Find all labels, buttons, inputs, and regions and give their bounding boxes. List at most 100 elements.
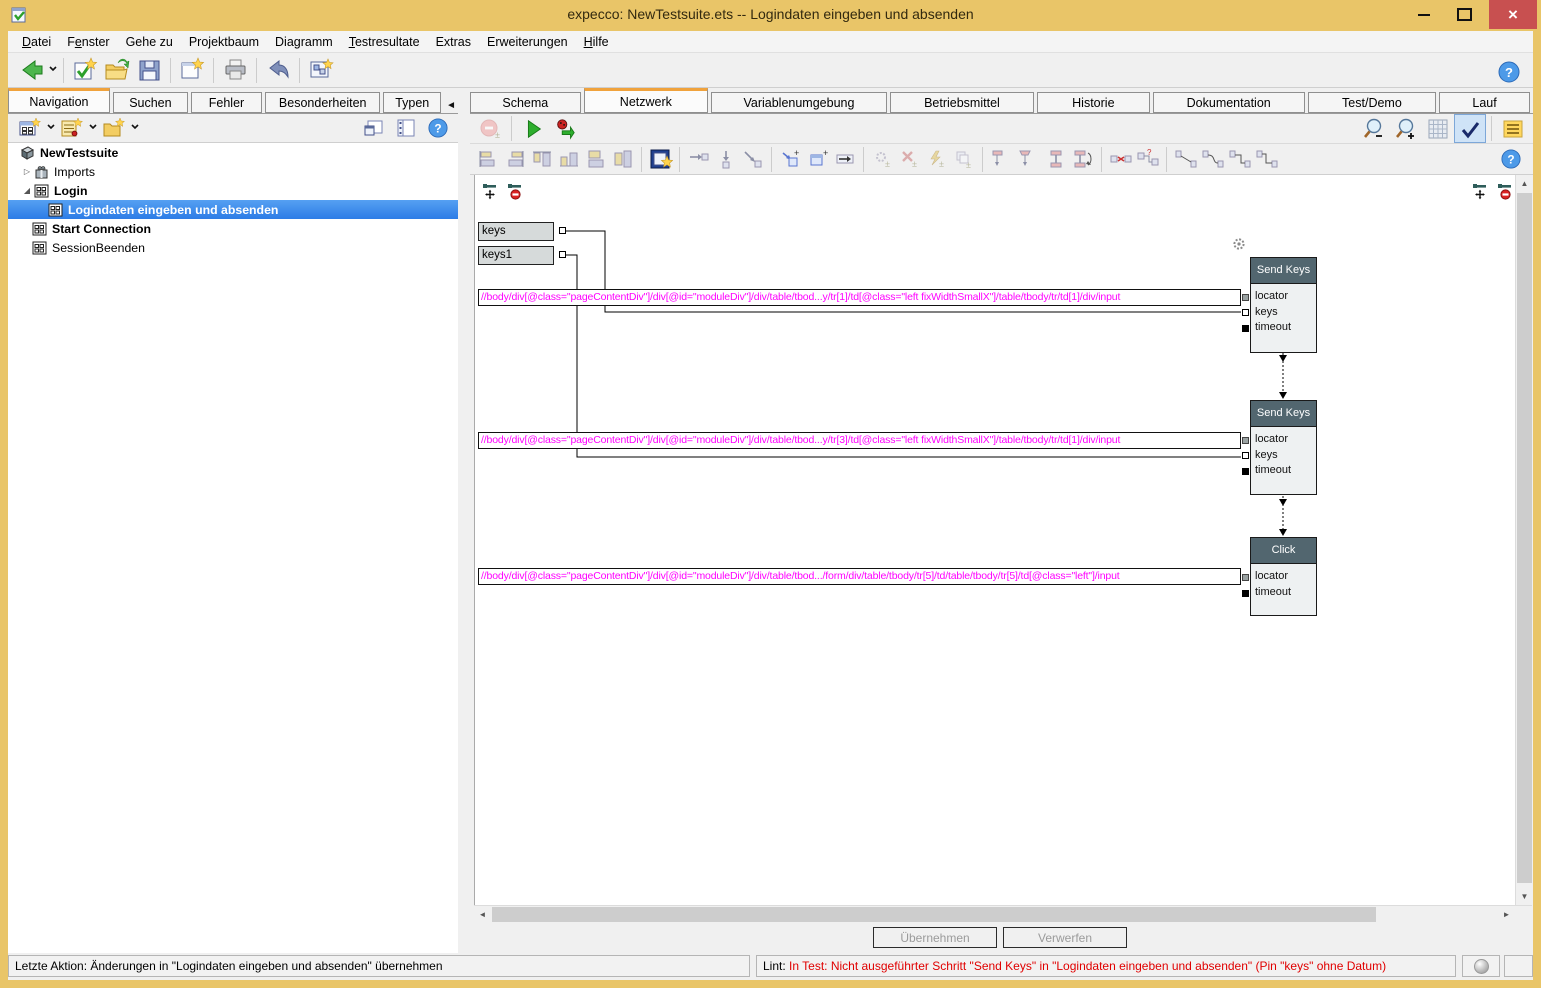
- vscroll-thumb[interactable]: [1517, 193, 1532, 883]
- refactor-button[interactable]: [305, 56, 337, 85]
- locator-pin[interactable]: [1242, 574, 1249, 581]
- tab-netzwerk[interactable]: Netzwerk: [584, 88, 708, 113]
- tab-typen[interactable]: Typen: [383, 92, 441, 113]
- align-bottom-icon[interactable]: [555, 147, 582, 172]
- input-pin-keys[interactable]: keys: [478, 222, 554, 241]
- new-diagram-button[interactable]: [14, 114, 46, 143]
- layer-steps-icon[interactable]: ±: [950, 147, 977, 172]
- exec-steps-icon[interactable]: ±: [923, 147, 950, 172]
- minimize-button[interactable]: [1409, 0, 1439, 29]
- align-left-icon[interactable]: [474, 147, 501, 172]
- open-step-editor-icon[interactable]: [647, 147, 674, 172]
- tab-fehler[interactable]: Fehler: [191, 92, 262, 113]
- tab-navigation[interactable]: Navigation: [8, 88, 110, 113]
- align-top-icon[interactable]: [528, 147, 555, 172]
- dropdown-icon[interactable]: [88, 121, 98, 135]
- line-step-icon[interactable]: [1226, 147, 1253, 172]
- zoom-out-button[interactable]: [1358, 114, 1390, 143]
- add-arrow-icon[interactable]: [831, 147, 858, 172]
- scroll-up-icon[interactable]: ▲: [1516, 175, 1533, 192]
- diagram-canvas[interactable]: keys keys1 //body/div[@class="pageConten…: [474, 175, 1515, 905]
- menu-extras[interactable]: Extras: [428, 33, 479, 51]
- node-connect-alt-icon[interactable]: [1015, 147, 1042, 172]
- tab-test-demo[interactable]: Test/Demo: [1308, 92, 1436, 113]
- scroll-down-icon[interactable]: ▼: [1516, 888, 1533, 905]
- run-button[interactable]: [517, 114, 549, 143]
- keys-pin[interactable]: [1242, 309, 1249, 316]
- tree-item-sessionbeenden[interactable]: SessionBeenden: [8, 238, 458, 257]
- close-button[interactable]: ×: [1489, 0, 1537, 29]
- add-step-icon[interactable]: +: [777, 147, 804, 172]
- verwerfen-button[interactable]: Verwerfen: [1003, 927, 1127, 948]
- left-help-button[interactable]: ?: [422, 114, 454, 143]
- tree-item-login[interactable]: ◢ Login: [8, 181, 458, 200]
- tab-suchen[interactable]: Suchen: [113, 92, 188, 113]
- locator-pin[interactable]: [1242, 294, 1249, 301]
- help-button[interactable]: ?: [1493, 57, 1525, 86]
- pin-stop-icon[interactable]: [507, 182, 525, 200]
- locator-pin[interactable]: [1242, 437, 1249, 444]
- input-pin-keys1[interactable]: keys1: [478, 246, 554, 265]
- insert-branch-icon[interactable]: [739, 147, 766, 172]
- pin-stop-icon[interactable]: [1497, 182, 1515, 200]
- pin-move-icon[interactable]: [482, 182, 500, 200]
- remove-breakpoint-button[interactable]: ±: [474, 114, 506, 143]
- delete-steps-icon[interactable]: ±: [896, 147, 923, 172]
- menu-datei[interactable]: Datei: [14, 33, 59, 51]
- vertical-spacing-arrow-icon[interactable]: [1069, 147, 1096, 172]
- uebernehmen-button[interactable]: Übernehmen: [873, 927, 997, 948]
- snap-toggle-button[interactable]: [1454, 114, 1486, 143]
- align-hcenter-icon[interactable]: [582, 147, 609, 172]
- panel-splitter[interactable]: [458, 88, 470, 953]
- menu-hilfe[interactable]: Hilfe: [576, 33, 617, 51]
- timeout-pin[interactable]: [1242, 468, 1249, 475]
- new-test-button[interactable]: [69, 56, 101, 85]
- node-send-keys-2[interactable]: Send Keys locator keys timeout: [1250, 400, 1317, 495]
- tab-historie[interactable]: Historie: [1037, 92, 1150, 113]
- timeout-pin[interactable]: [1242, 325, 1249, 332]
- canvas-vscrollbar[interactable]: ▲ ▼: [1515, 175, 1533, 905]
- pin-connector[interactable]: [559, 251, 566, 258]
- tab-dokumentation[interactable]: Dokumentation: [1153, 92, 1305, 113]
- node-send-keys-1[interactable]: Send Keys locator keys timeout: [1250, 257, 1317, 353]
- line-step2-icon[interactable]: [1253, 147, 1280, 172]
- keys-pin[interactable]: [1242, 452, 1249, 459]
- zoom-in-button[interactable]: [1390, 114, 1422, 143]
- locator-field-3[interactable]: //body/div[@class="pageContentDiv"]/div[…: [478, 568, 1241, 585]
- vertical-spacing-icon[interactable]: [1042, 147, 1069, 172]
- detach-window-button[interactable]: [358, 114, 390, 143]
- canvas-hscrollbar[interactable]: ◄ ►: [474, 905, 1532, 923]
- tab-besonderheiten[interactable]: Besonderheiten: [265, 92, 380, 113]
- new-folder-button[interactable]: [98, 114, 130, 143]
- tree-item-logindaten[interactable]: Logindaten eingeben und absenden: [8, 200, 458, 219]
- edit-help-button[interactable]: ?: [1495, 145, 1527, 174]
- grid-toggle-button[interactable]: [1422, 114, 1454, 143]
- dropdown-icon[interactable]: [130, 121, 140, 135]
- tree-item-newtestsuite[interactable]: NewTestsuite: [8, 143, 458, 162]
- tree-item-imports[interactable]: ▷ Imports: [8, 162, 458, 181]
- tab-lauf[interactable]: Lauf: [1439, 92, 1530, 113]
- back-button[interactable]: [16, 56, 48, 85]
- tree-item-start-connection[interactable]: Start Connection: [8, 219, 458, 238]
- reconnect-icon[interactable]: ?: [1134, 147, 1161, 172]
- expander-collapsed-icon[interactable]: ▷: [20, 167, 34, 176]
- insert-before-icon[interactable]: [685, 147, 712, 172]
- print-button[interactable]: [219, 56, 251, 85]
- tab-variablenumgebung[interactable]: Variablenumgebung: [711, 92, 887, 113]
- tab-betriebsmittel[interactable]: Betriebsmittel: [890, 92, 1034, 113]
- line-direct-icon[interactable]: [1172, 147, 1199, 172]
- save-button[interactable]: [133, 56, 165, 85]
- timeout-pin[interactable]: [1242, 590, 1249, 597]
- back-dropdown-icon[interactable]: [48, 63, 58, 77]
- pin-connector[interactable]: [559, 227, 566, 234]
- new-window-button[interactable]: [176, 56, 208, 85]
- split-window-button[interactable]: [390, 114, 422, 143]
- node-connect-icon[interactable]: [988, 147, 1015, 172]
- new-item-button[interactable]: [56, 114, 88, 143]
- scroll-left-icon[interactable]: ◄: [474, 906, 491, 923]
- locator-field-1[interactable]: //body/div[@class="pageContentDiv"]/div[…: [478, 289, 1241, 306]
- pin-move-icon[interactable]: [1472, 182, 1490, 200]
- menu-diagramm[interactable]: Diagramm: [267, 33, 341, 51]
- gear-steps-icon[interactable]: ±: [869, 147, 896, 172]
- align-right-icon[interactable]: [501, 147, 528, 172]
